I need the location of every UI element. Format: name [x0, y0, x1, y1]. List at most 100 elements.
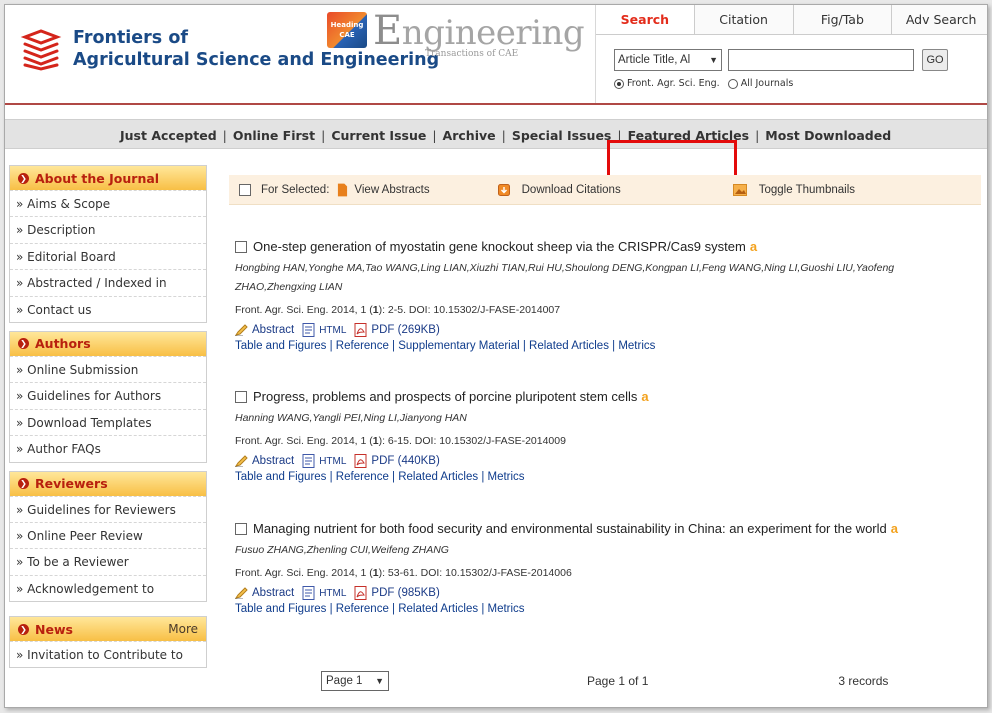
sidebar-item-news[interactable]: » Invitation to Contribute to — [10, 641, 206, 667]
pdf-icon — [354, 454, 367, 468]
page-of-label: Page 1 of 1 — [587, 674, 649, 688]
header: Frontiers of Agricultural Science and En… — [5, 5, 987, 105]
sidebar-header-news[interactable]: ❯ News More — [10, 617, 206, 642]
tab-adv-search[interactable]: Adv Search — [891, 5, 987, 34]
sidebar-item-description[interactable]: » Description — [10, 216, 206, 242]
open-access-icon: a — [641, 389, 649, 404]
article-meta: Front. Agr. Sci. Eng. 2014, 1 (1): 2-5. … — [235, 304, 561, 316]
sidebar-news: ❯ News More » Invitation to Contribute to — [9, 616, 207, 669]
download-citations-link[interactable]: Download Citations — [522, 184, 621, 196]
article-checkbox[interactable] — [235, 241, 247, 253]
search-panel: Search Citation Fig/Tab Adv Search Artic… — [595, 5, 987, 103]
article-related-links[interactable]: Table and Figures | Reference | Related … — [235, 600, 975, 618]
engineering-wordmark: Engineering — [373, 8, 585, 54]
search-field-value: Article Title, Al — [618, 54, 691, 66]
sidebar-header-about[interactable]: ❯ About the Journal — [10, 166, 206, 190]
chevron-down-icon: ▼ — [375, 676, 384, 686]
nav-special-issues[interactable]: Special Issues — [512, 128, 612, 143]
toggle-thumbnails-link[interactable]: Toggle Thumbnails — [759, 184, 855, 196]
html-file-icon — [302, 323, 315, 337]
sidebar-item-indexed[interactable]: » Abstracted / Indexed in — [10, 269, 206, 295]
radio-all-journals-label: All Journals — [740, 78, 794, 89]
pdf-icon — [354, 586, 367, 600]
download-icon — [497, 183, 510, 196]
sidebar-item-templates[interactable]: » Download Templates — [10, 408, 206, 435]
article-checkbox[interactable] — [235, 523, 247, 535]
article-title[interactable]: One-step generation of myostatin gene kn… — [253, 239, 746, 254]
nav-separator: | — [222, 127, 227, 143]
sidebar-item-contact[interactable]: » Contact us — [10, 295, 206, 322]
sidebar-authors: ❯ Authors » Online Submission » Guideline… — [9, 330, 207, 463]
pdf-link[interactable]: PDF (440KB) — [354, 454, 440, 468]
sidebar-item-be-reviewer[interactable]: » To be a Reviewer — [10, 548, 206, 574]
article-title[interactable]: Progress, problems and prospects of porc… — [253, 389, 637, 404]
book-stack-icon — [20, 29, 62, 71]
html-link[interactable]: HTML — [302, 323, 346, 337]
search-field-select[interactable]: Article Title, Al ▼ — [614, 49, 722, 71]
record-count: 3 records — [838, 674, 889, 688]
sidebar-item-peer-review[interactable]: » Online Peer Review — [10, 521, 206, 548]
sidebar: ❯ About the Journal » Aims & Scope » Desc… — [9, 165, 207, 676]
select-all-checkbox[interactable] — [239, 183, 251, 196]
selection-toolbar: For Selected: View Abstracts Download Ci… — [229, 175, 981, 205]
sidebar-item-editorial-board[interactable]: » Editorial Board — [10, 242, 206, 269]
nav-separator: | — [321, 127, 326, 143]
nav-most-downloaded[interactable]: Most Downloaded — [765, 128, 891, 143]
sidebar-reviewers: ❯ Reviewers » Guidelines for Reviewers » … — [9, 470, 207, 603]
chevron-down-icon: ▼ — [709, 55, 718, 65]
nav-current-issue[interactable]: Current Issue — [331, 128, 426, 143]
cae-logo-bottom: CAE — [339, 31, 355, 39]
news-more-link[interactable]: More — [168, 622, 198, 636]
sidebar-item-aims[interactable]: » Aims & Scope — [10, 190, 206, 216]
article-title[interactable]: Managing nutrient for both food security… — [253, 521, 887, 536]
radio-journal-label: Front. Agr. Sci. Eng. — [627, 78, 720, 89]
html-link[interactable]: HTML — [302, 454, 346, 468]
cae-logo-top: Heading — [330, 21, 364, 29]
arrow-right-icon: ❯ — [18, 623, 29, 635]
sidebar-item-guidelines-authors[interactable]: » Guidelines for Authors — [10, 382, 206, 408]
article-related-links[interactable]: Table and Figures | Reference | Suppleme… — [235, 337, 975, 355]
article-related-links[interactable]: Table and Figures | Reference | Related … — [235, 468, 975, 486]
radio-journal[interactable] — [614, 78, 624, 89]
abstract-link[interactable]: Abstract — [235, 455, 294, 467]
nav-separator: | — [501, 127, 506, 143]
arrow-right-icon: ❯ — [18, 478, 29, 490]
engineering-logo[interactable]: Heading CAE Engineering Transactions of … — [327, 8, 585, 70]
sidebar-item-online-submission[interactable]: » Online Submission — [10, 355, 206, 382]
page-select[interactable]: Page 1 ▼ — [321, 671, 389, 691]
article-checkbox[interactable] — [235, 391, 247, 403]
sidebar-item-author-faqs[interactable]: » Author FAQs — [10, 435, 206, 461]
view-abstracts-link[interactable]: View Abstracts — [354, 184, 429, 196]
article-list: For Selected: View Abstracts Download Ci… — [229, 175, 981, 615]
tab-figtab[interactable]: Fig/Tab — [792, 5, 892, 34]
pencil-icon — [235, 324, 248, 336]
abstract-link[interactable]: Abstract — [235, 587, 294, 599]
tab-search[interactable]: Search — [596, 5, 694, 34]
nav-online-first[interactable]: Online First — [233, 128, 315, 143]
radio-all-journals[interactable] — [727, 78, 738, 89]
page: Frontiers of Agricultural Science and En… — [4, 4, 988, 708]
main-nav: Just Accepted | Online First | Current I… — [5, 119, 987, 149]
html-file-icon — [302, 586, 315, 600]
search-input[interactable] — [728, 49, 914, 71]
nav-archive[interactable]: Archive — [443, 128, 496, 143]
sidebar-item-guidelines-reviewers[interactable]: » Guidelines for Reviewers — [10, 495, 206, 522]
html-file-icon — [302, 454, 315, 468]
sidebar-header-reviewers[interactable]: ❯ Reviewers — [10, 471, 206, 496]
nav-just-accepted[interactable]: Just Accepted — [120, 128, 217, 143]
article-item: One-step generation of myostatin gene kn… — [235, 237, 975, 355]
pdf-link[interactable]: PDF (269KB) — [354, 323, 440, 337]
article-meta: Front. Agr. Sci. Eng. 2014, 1 (1): 53-61… — [235, 567, 572, 579]
html-link[interactable]: HTML — [302, 586, 346, 600]
pdf-icon — [354, 323, 367, 337]
go-button[interactable]: GO — [922, 49, 948, 71]
sidebar-item-acknowledgement[interactable]: » Acknowledgement to — [10, 574, 206, 601]
open-access-icon: a — [749, 239, 758, 254]
article-item: Managing nutrient for both food security… — [235, 519, 975, 618]
abstract-link[interactable]: Abstract — [235, 324, 294, 336]
cae-logo-icon: Heading CAE — [327, 12, 367, 48]
sidebar-header-authors[interactable]: ❯ Authors — [10, 331, 206, 356]
tab-citation[interactable]: Citation — [693, 5, 793, 34]
pdf-link[interactable]: PDF (985KB) — [354, 586, 440, 600]
highlight-box — [607, 140, 737, 180]
